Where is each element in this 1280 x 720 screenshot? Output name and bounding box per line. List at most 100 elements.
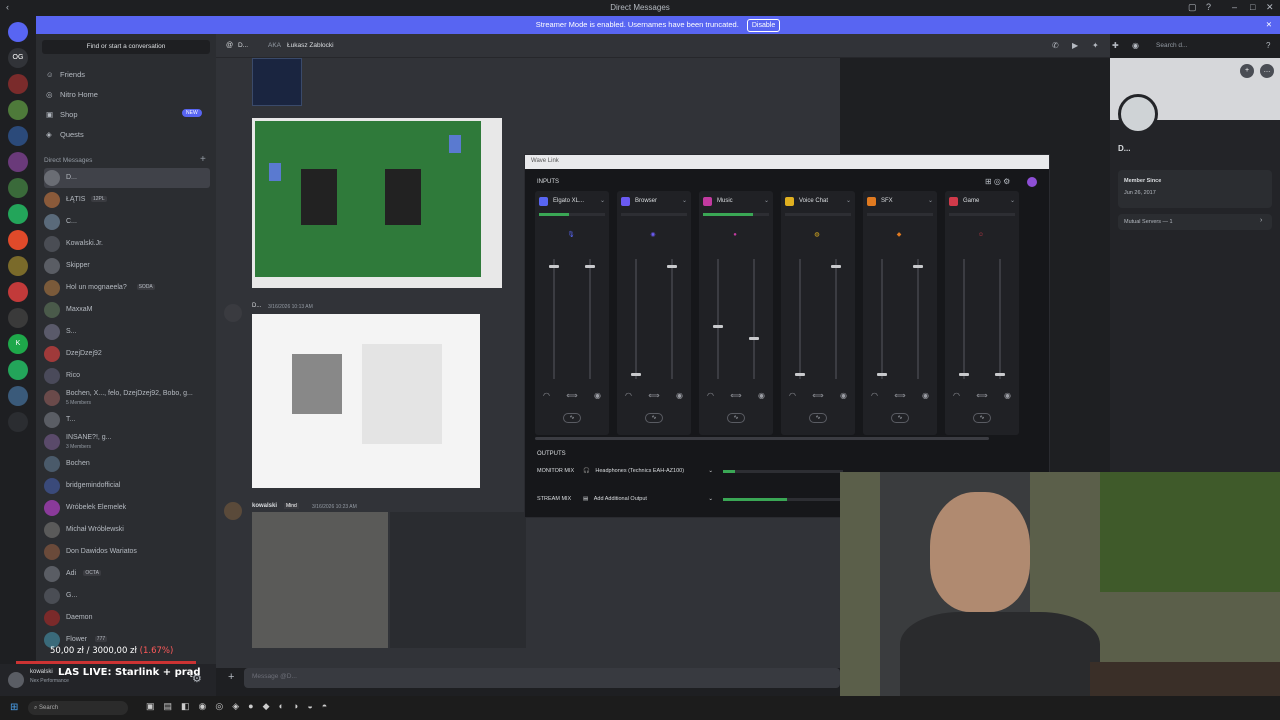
close-banner-icon[interactable]: ✕ <box>1266 16 1272 34</box>
server-icon[interactable] <box>8 230 28 250</box>
dm-list-item[interactable]: INSANE?!, g... 3 Members <box>44 432 210 452</box>
dm-list-item[interactable]: ŁĄTIS 12PL <box>44 190 210 210</box>
message-author[interactable]: D... <box>252 303 261 309</box>
server-icon[interactable] <box>8 74 28 94</box>
minimize-icon[interactable]: – <box>1232 2 1237 12</box>
stream-fader-track[interactable] <box>999 259 1001 379</box>
channel-select[interactable]: Game ⌄ <box>949 195 1015 209</box>
profile-toggle-icon[interactable]: ◉ <box>1132 41 1139 50</box>
stream-fader-thumb[interactable] <box>995 373 1005 376</box>
headphones-icon[interactable]: ◠ <box>707 391 714 400</box>
link-icon[interactable]: ⟺ <box>566 391 577 400</box>
server-icon[interactable] <box>8 412 28 432</box>
monitor-fader-thumb[interactable] <box>877 373 887 376</box>
server-icon[interactable] <box>8 256 28 276</box>
channel-select[interactable]: Voice Chat ⌄ <box>785 195 851 209</box>
dm-list-item[interactable]: Don Dawidos Wariatos <box>44 542 210 562</box>
dm-list-item[interactable]: Kowalski.Jr. <box>44 234 210 254</box>
disable-streamer-mode-button[interactable]: Disable <box>746 19 781 32</box>
dm-list-item[interactable]: Michał Wróblewski <box>44 520 210 540</box>
nav-friends[interactable]: ☺ Friends <box>46 70 85 79</box>
server-icon[interactable]: K <box>8 334 28 354</box>
profile-avatar[interactable] <box>1118 94 1158 134</box>
monitor-mix-device-select[interactable]: 🎧 Headphones (Technics EAH-AZ100) ⌄ <box>583 465 713 477</box>
plus-icon[interactable]: + <box>200 154 206 165</box>
broadcast-icon[interactable]: ◉ <box>594 391 601 400</box>
stream-fader-track[interactable] <box>589 259 591 379</box>
dm-list-item[interactable]: S... <box>44 322 210 342</box>
avatar[interactable] <box>224 304 242 322</box>
windows-start-icon[interactable]: ⊞ <box>10 702 18 713</box>
monitor-fader-track[interactable] <box>799 259 801 379</box>
inbox-icon[interactable]: ▢ <box>1188 2 1197 13</box>
dm-list-item[interactable]: Bochen <box>44 454 210 474</box>
stream-fader-track[interactable] <box>671 259 673 379</box>
dm-list-item[interactable]: Adi OCTA <box>44 564 210 584</box>
effects-button[interactable]: ∿ <box>973 413 991 423</box>
effects-button[interactable]: ∿ <box>645 413 663 423</box>
headphones-icon[interactable]: ◠ <box>871 391 878 400</box>
monitor-fader-thumb[interactable] <box>713 325 723 328</box>
broadcast-icon[interactable]: ◉ <box>922 391 929 400</box>
chat-recipient-name[interactable]: D... <box>238 42 248 49</box>
stream-fader-thumb[interactable] <box>749 337 759 340</box>
help-circle-icon[interactable]: ? <box>1266 41 1270 50</box>
monitor-fader-thumb[interactable] <box>549 265 559 268</box>
link-icon[interactable]: ⟺ <box>812 391 823 400</box>
channel-select[interactable]: Music ⌄ <box>703 195 769 209</box>
add-friends-icon[interactable]: ✚ <box>1112 41 1119 50</box>
link-icon[interactable]: ⟺ <box>730 391 741 400</box>
mixer-toolbar-icons[interactable]: ⊞ ◎ ⚙ <box>985 177 1010 186</box>
monitor-fader-track[interactable] <box>881 259 883 379</box>
elgato-account-icon[interactable] <box>1027 177 1037 187</box>
dm-list-item[interactable]: Wróbelek Elemelek <box>44 498 210 518</box>
stream-fader-track[interactable] <box>835 259 837 379</box>
link-icon[interactable]: ⟺ <box>976 391 987 400</box>
video-icon[interactable]: ▶ <box>1072 41 1078 50</box>
server-icon[interactable] <box>8 204 28 224</box>
effects-button[interactable]: ∿ <box>809 413 827 423</box>
server-icon[interactable] <box>8 152 28 172</box>
more-icon[interactable]: … <box>1260 64 1274 78</box>
dm-list-item[interactable]: DzejDzej92 <box>44 344 210 364</box>
message-author[interactable]: kowalski <box>252 503 277 509</box>
photo-attachment[interactable] <box>252 512 388 648</box>
monitor-fader-thumb[interactable] <box>959 373 969 376</box>
channel-select[interactable]: Elgato XL... ⌄ <box>539 195 605 209</box>
dm-list-item[interactable]: Daemon <box>44 608 210 628</box>
headphones-icon[interactable]: ◠ <box>543 391 550 400</box>
server-icon[interactable] <box>8 386 28 406</box>
link-icon[interactable]: ⟺ <box>648 391 659 400</box>
circuit-image-attachment[interactable] <box>252 118 502 288</box>
attach-plus-icon[interactable]: + <box>228 671 234 683</box>
stream-mix-device-select[interactable]: ▤ Add Additional Output ⌄ <box>583 493 713 505</box>
monitor-fader-thumb[interactable] <box>795 373 805 376</box>
broadcast-icon[interactable]: ◉ <box>1004 391 1011 400</box>
website-screenshot-attachment[interactable] <box>252 314 480 488</box>
broadcast-icon[interactable]: ◉ <box>676 391 683 400</box>
help-icon[interactable]: ? <box>1206 2 1211 12</box>
stream-fader-thumb[interactable] <box>667 265 677 268</box>
nav-quests[interactable]: ◈ Quests <box>46 130 84 139</box>
taskbar-search-input[interactable]: ⌕ Search <box>28 701 128 715</box>
avatar[interactable] <box>8 672 24 688</box>
server-icon[interactable] <box>8 308 28 328</box>
nav-nitro[interactable]: ◎ Nitro Home <box>46 90 98 99</box>
dm-list-item[interactable]: T... <box>44 410 210 430</box>
server-icon[interactable] <box>8 100 28 120</box>
dm-list-item[interactable]: Skipper <box>44 256 210 276</box>
stream-fader-thumb[interactable] <box>831 265 841 268</box>
dm-list-item[interactable]: C... <box>44 212 210 232</box>
maximize-icon[interactable]: □ <box>1250 2 1255 12</box>
dm-list-item[interactable]: G... <box>44 586 210 606</box>
monitor-fader-track[interactable] <box>635 259 637 379</box>
dm-list-item[interactable]: Hol un mognaeela? SODA <box>44 278 210 298</box>
horizontal-scrollbar[interactable] <box>535 437 989 440</box>
dm-list-item[interactable]: bridgemindofficial <box>44 476 210 496</box>
monitor-fader-thumb[interactable] <box>631 373 641 376</box>
stream-fader-thumb[interactable] <box>585 265 595 268</box>
headphones-icon[interactable]: ◠ <box>625 391 632 400</box>
server-icon[interactable] <box>8 126 28 146</box>
avatar[interactable] <box>224 502 242 520</box>
server-icon[interactable] <box>8 360 28 380</box>
